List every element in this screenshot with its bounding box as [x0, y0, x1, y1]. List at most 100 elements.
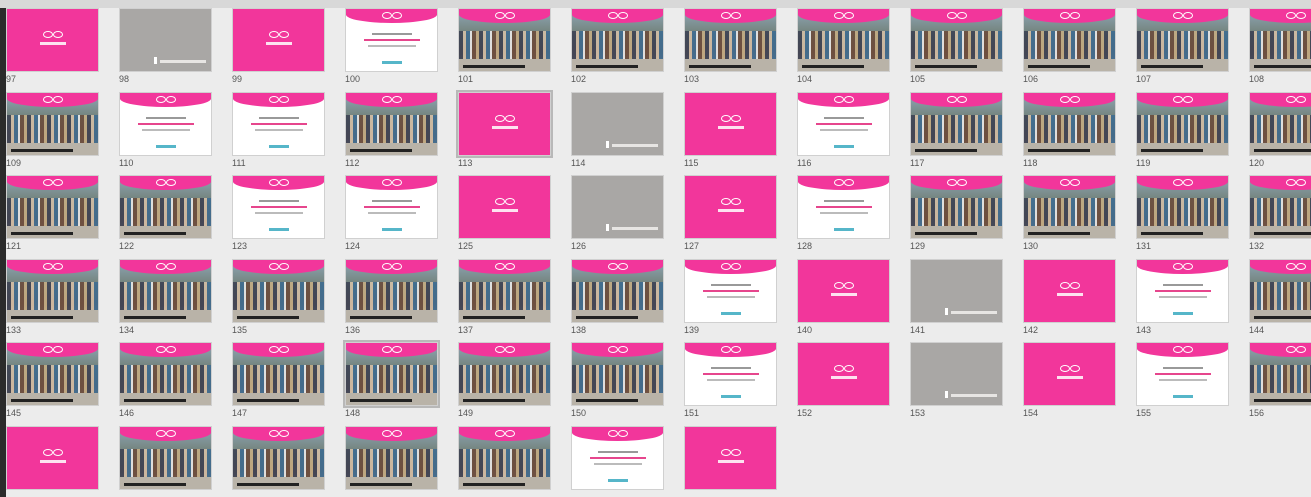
slide-item[interactable]: 127: [684, 175, 777, 257]
slide-item[interactable]: 111: [232, 91, 325, 174]
slide-item[interactable]: 129: [910, 175, 1003, 257]
slide-item[interactable]: 146: [119, 342, 212, 424]
slide-thumbnail[interactable]: [1136, 8, 1229, 72]
slide-thumbnail[interactable]: [797, 342, 890, 406]
slide-thumbnail[interactable]: [119, 342, 212, 406]
slide-thumbnail[interactable]: [1136, 91, 1229, 156]
slide-thumbnail[interactable]: [6, 425, 99, 490]
slide-thumbnail[interactable]: [571, 8, 664, 72]
slide-thumbnail[interactable]: [119, 8, 212, 72]
slide-item[interactable]: 139: [684, 258, 777, 341]
slide-item[interactable]: 119: [1136, 91, 1229, 174]
slide-item[interactable]: 102: [571, 8, 664, 90]
slide-thumbnail[interactable]: [797, 175, 890, 239]
slide-item[interactable]: 124: [345, 175, 438, 257]
slide-thumbnail[interactable]: [1023, 258, 1116, 323]
slide-item[interactable]: 126: [571, 175, 664, 257]
slide-item[interactable]: 103: [684, 8, 777, 90]
slide-item[interactable]: 109: [6, 91, 99, 174]
slide-thumbnail[interactable]: [684, 91, 777, 156]
slide-item[interactable]: 155: [1136, 342, 1229, 424]
slide-item[interactable]: 100: [345, 8, 438, 90]
slide-thumbnail[interactable]: [797, 91, 890, 156]
slide-item[interactable]: 105: [910, 8, 1003, 90]
slide-item[interactable]: 128: [797, 175, 890, 257]
slide-thumbnail[interactable]: [345, 425, 438, 490]
slide-thumbnail[interactable]: [1249, 342, 1311, 406]
slide-thumbnail[interactable]: [1249, 175, 1311, 239]
slide-item[interactable]: [684, 425, 777, 497]
slide-thumbnail[interactable]: [119, 258, 212, 323]
slide-thumbnail[interactable]: [6, 175, 99, 239]
slide-thumbnail[interactable]: [343, 340, 440, 408]
slide-item[interactable]: 106: [1023, 8, 1116, 90]
slide-item[interactable]: 143: [1136, 258, 1229, 341]
slide-item[interactable]: 144: [1249, 258, 1311, 341]
slide-item[interactable]: 145: [6, 342, 99, 424]
slide-thumbnail[interactable]: [345, 8, 438, 72]
slide-thumbnail[interactable]: [6, 258, 99, 323]
slide-thumbnail[interactable]: [6, 8, 99, 72]
slide-thumbnail[interactable]: [119, 175, 212, 239]
slide-item[interactable]: 156: [1249, 342, 1311, 424]
slide-thumbnail[interactable]: [910, 342, 1003, 406]
slide-thumbnail[interactable]: [910, 91, 1003, 156]
slide-thumbnail[interactable]: [684, 175, 777, 239]
slide-thumbnail[interactable]: [684, 8, 777, 72]
slide-item[interactable]: 123: [232, 175, 325, 257]
slide-thumbnail[interactable]: [910, 258, 1003, 323]
slide-item[interactable]: 112: [345, 91, 438, 174]
slide-thumbnail[interactable]: [345, 258, 438, 323]
slide-item[interactable]: 149: [458, 342, 551, 424]
slide-item[interactable]: 141: [910, 258, 1003, 341]
slide-thumbnail[interactable]: [571, 91, 664, 156]
slide-thumbnail[interactable]: [458, 342, 551, 406]
slide-thumbnail[interactable]: [458, 425, 551, 490]
slide-thumbnail[interactable]: [1249, 258, 1311, 323]
slide-thumbnail[interactable]: [1023, 91, 1116, 156]
slide-item[interactable]: [458, 425, 551, 497]
slide-thumbnail[interactable]: [232, 91, 325, 156]
slide-thumbnail[interactable]: [1249, 8, 1311, 72]
slide-thumbnail[interactable]: [797, 8, 890, 72]
slide-item[interactable]: 147: [232, 342, 325, 424]
slide-thumbnail[interactable]: [458, 175, 551, 239]
slide-item[interactable]: 113: [456, 89, 553, 174]
slide-item[interactable]: 117: [910, 91, 1003, 174]
slide-item[interactable]: 140: [797, 258, 890, 341]
slide-item[interactable]: 135: [232, 258, 325, 341]
slide-item[interactable]: 115: [684, 91, 777, 174]
slide-item[interactable]: [6, 425, 99, 497]
slide-item[interactable]: 137: [458, 258, 551, 341]
slide-thumbnail[interactable]: [571, 258, 664, 323]
slide-thumbnail[interactable]: [458, 258, 551, 323]
slide-thumbnail[interactable]: [6, 91, 99, 156]
slide-item[interactable]: 153: [910, 342, 1003, 424]
slide-thumbnail[interactable]: [571, 175, 664, 239]
slide-item[interactable]: 110: [119, 91, 212, 174]
slide-item[interactable]: 104: [797, 8, 890, 90]
slide-thumbnail[interactable]: [684, 258, 777, 323]
slide-item[interactable]: 116: [797, 91, 890, 174]
slide-thumbnail[interactable]: [684, 342, 777, 406]
slide-item[interactable]: 97: [6, 8, 99, 90]
slide-item[interactable]: 131: [1136, 175, 1229, 257]
slide-item[interactable]: 122: [119, 175, 212, 257]
slide-item[interactable]: 125: [458, 175, 551, 257]
slide-item[interactable]: [571, 425, 664, 497]
slide-thumbnail[interactable]: [119, 91, 212, 156]
slide-thumbnail[interactable]: [1136, 342, 1229, 406]
slide-item[interactable]: 108: [1249, 8, 1311, 90]
slide-item[interactable]: 99: [232, 8, 325, 90]
slide-item[interactable]: 132: [1249, 175, 1311, 257]
slide-item[interactable]: 118: [1023, 91, 1116, 174]
slide-thumbnail[interactable]: [1023, 342, 1116, 406]
slide-thumbnail[interactable]: [910, 175, 1003, 239]
slide-item[interactable]: [345, 425, 438, 497]
slide-item[interactable]: 150: [571, 342, 664, 424]
slide-thumbnail[interactable]: [1249, 91, 1311, 156]
slide-thumbnail[interactable]: [456, 89, 553, 158]
slide-thumbnail[interactable]: [232, 342, 325, 406]
slide-thumbnail[interactable]: [345, 175, 438, 239]
slide-item[interactable]: 154: [1023, 342, 1116, 424]
